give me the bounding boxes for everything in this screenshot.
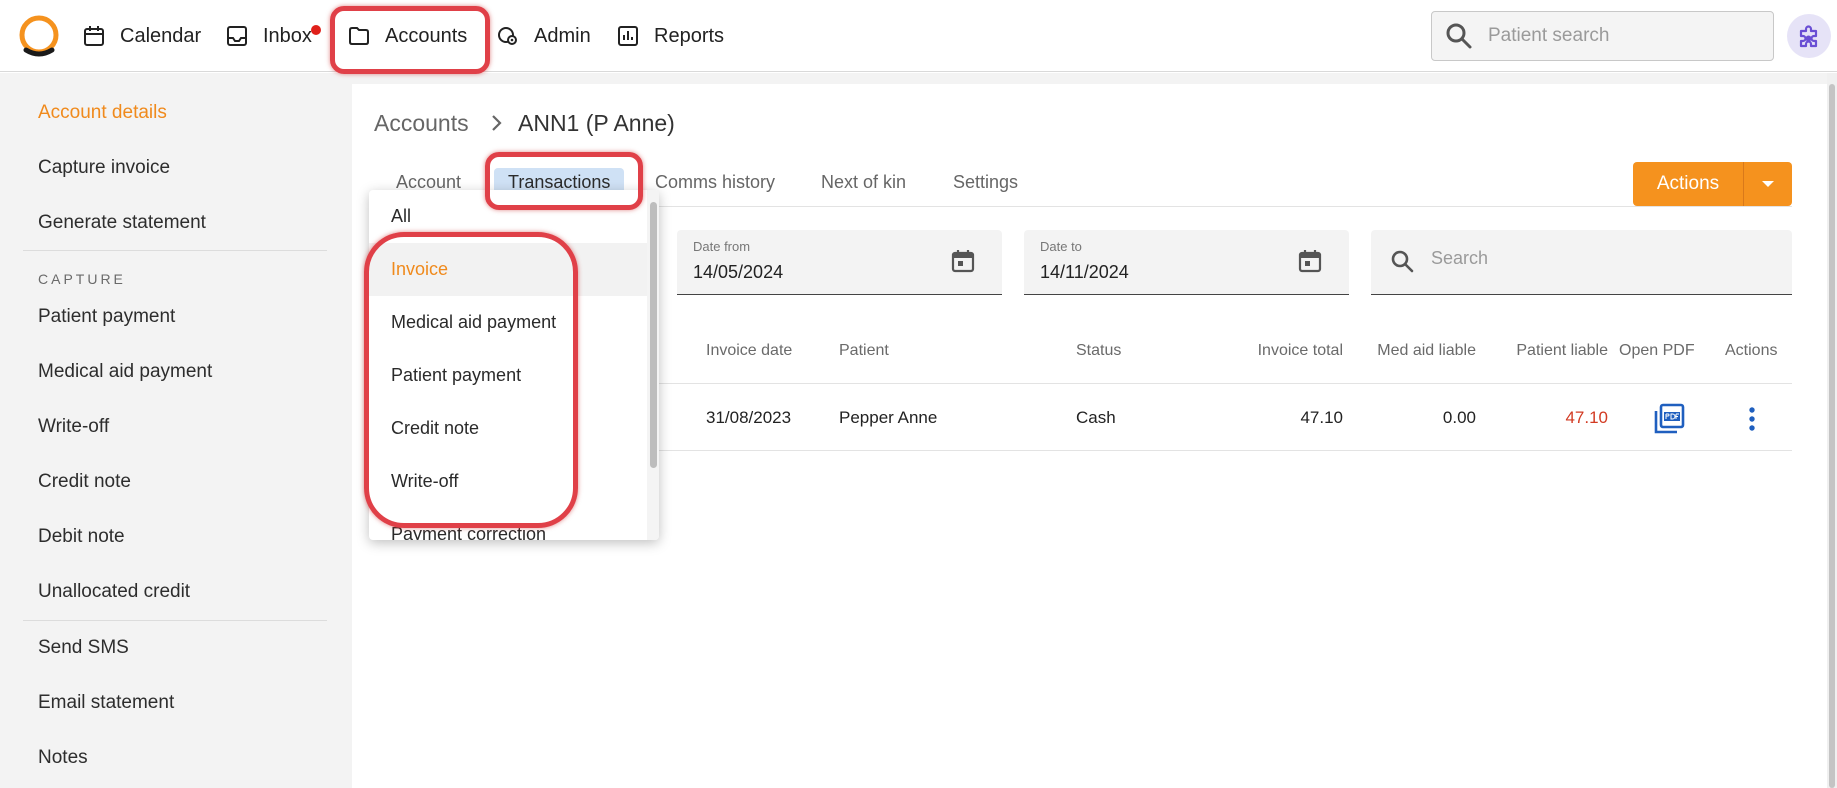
nav-admin-label: Admin	[534, 24, 591, 47]
cell-patient: Pepper Anne	[839, 408, 938, 427]
breadcrumb-accounts[interactable]: Accounts	[374, 110, 469, 137]
nav-reports-label: Reports	[654, 24, 725, 47]
search-icon	[1444, 21, 1474, 51]
nav-inbox-label: Inbox	[263, 24, 312, 47]
column-header-actions: Actions	[1725, 342, 1778, 359]
sidebar-item-email-statement[interactable]: Email statement	[38, 692, 174, 714]
tab-comms-history[interactable]: Comms history	[655, 172, 775, 193]
annotation-highlight-transactions-tab	[485, 152, 643, 210]
sidebar-item-account-details[interactable]: Account details	[38, 102, 167, 124]
calendar-picker-icon[interactable]	[1297, 248, 1323, 274]
column-header-status[interactable]: Status	[1076, 342, 1121, 360]
sidebar-section-capture: CAPTURE	[38, 271, 126, 287]
nav-inbox[interactable]: Inbox	[225, 18, 312, 54]
sidebar-item-write-off[interactable]: Write-off	[38, 416, 109, 438]
nav-admin[interactable]: Admin	[496, 18, 591, 54]
sidebar-divider	[23, 250, 327, 251]
sidebar-item-generate-statement[interactable]: Generate statement	[38, 212, 206, 234]
transactions-search-input[interactable]	[1431, 248, 1761, 269]
date-to-field[interactable]: Date to 14/11/2024	[1024, 230, 1349, 295]
caret-down-icon[interactable]	[1744, 179, 1792, 189]
inbox-notification-dot	[311, 25, 321, 35]
nav-reports[interactable]: Reports	[616, 18, 724, 54]
sidebar-item-unallocated-credit[interactable]: Unallocated credit	[38, 581, 190, 603]
calendar-picker-icon[interactable]	[950, 248, 976, 274]
search-icon	[1389, 248, 1417, 276]
actions-button[interactable]: Actions	[1633, 162, 1792, 206]
cell-invoice-date: 31/08/2023	[706, 408, 792, 427]
calendar-icon	[82, 24, 106, 48]
cell-patient-liable: 47.10	[1565, 408, 1608, 427]
transactions-search-field[interactable]	[1371, 230, 1792, 295]
sidebar-item-capture-invoice[interactable]: Capture invoice	[38, 157, 170, 179]
actions-button-label: Actions	[1656, 173, 1720, 194]
cell-med-aid-liable: 0.00	[1442, 408, 1476, 427]
patient-search-box[interactable]	[1431, 11, 1774, 61]
inbox-icon	[225, 24, 249, 48]
annotation-highlight-accounts-nav	[330, 6, 490, 74]
breadcrumb-current-account: ANN1 (P Anne)	[518, 110, 675, 136]
tab-settings[interactable]: Settings	[953, 172, 1018, 193]
cell-invoice-total: 47.10	[1300, 408, 1343, 427]
sidebar-item-medical-aid-payment[interactable]: Medical aid payment	[38, 361, 212, 383]
nav-calendar-label: Calendar	[120, 24, 202, 47]
date-from-field[interactable]: Date from 14/05/2024	[677, 230, 1002, 295]
tab-next-of-kin[interactable]: Next of kin	[821, 172, 906, 193]
app-logo[interactable]	[16, 14, 62, 60]
annotation-highlight-dropdown-options	[364, 232, 578, 528]
date-from-label: Date from	[693, 239, 751, 254]
sidebar-item-credit-note[interactable]: Credit note	[38, 471, 131, 493]
cell-status: Cash	[1076, 408, 1116, 427]
reports-icon	[616, 24, 640, 48]
row-more-actions-icon[interactable]	[1742, 405, 1762, 433]
column-header-open-pdf: Open PDF	[1619, 342, 1695, 359]
column-header-patient-liable[interactable]: Patient liable	[1496, 342, 1608, 360]
sidebar-divider	[23, 620, 327, 621]
sidebar-item-debit-note[interactable]: Debit note	[38, 526, 125, 548]
column-header-invoice-date[interactable]: Invoice date	[706, 342, 792, 360]
puzzle-icon	[1795, 22, 1823, 50]
chevron-right-icon	[488, 112, 506, 134]
nav-calendar[interactable]: Calendar	[82, 18, 201, 54]
date-to-value: 14/11/2024	[1040, 262, 1129, 282]
admin-icon	[496, 24, 520, 48]
column-header-invoice-total[interactable]: Invoice total	[1230, 342, 1343, 360]
extensions-button[interactable]	[1787, 14, 1831, 58]
date-to-label: Date to	[1040, 239, 1082, 254]
dropdown-scrollbar-thumb[interactable]	[650, 202, 657, 468]
top-navigation-bar: Calendar Inbox Accounts Admin Reports	[0, 0, 1837, 72]
page-scrollbar-thumb[interactable]	[1829, 84, 1835, 788]
account-sidebar: Account details Capture invoice Generate…	[0, 73, 350, 788]
column-header-med-aid-liable[interactable]: Med aid liable	[1360, 342, 1476, 360]
open-pdf-icon[interactable]	[1653, 403, 1685, 435]
patient-search-input[interactable]	[1488, 25, 1748, 47]
sidebar-item-send-sms[interactable]: Send SMS	[38, 637, 129, 659]
column-header-patient[interactable]: Patient	[839, 342, 889, 360]
sidebar-item-notes[interactable]: Notes	[38, 747, 88, 769]
date-from-value: 14/05/2024	[693, 262, 784, 282]
sidebar-item-patient-payment[interactable]: Patient payment	[38, 306, 175, 328]
